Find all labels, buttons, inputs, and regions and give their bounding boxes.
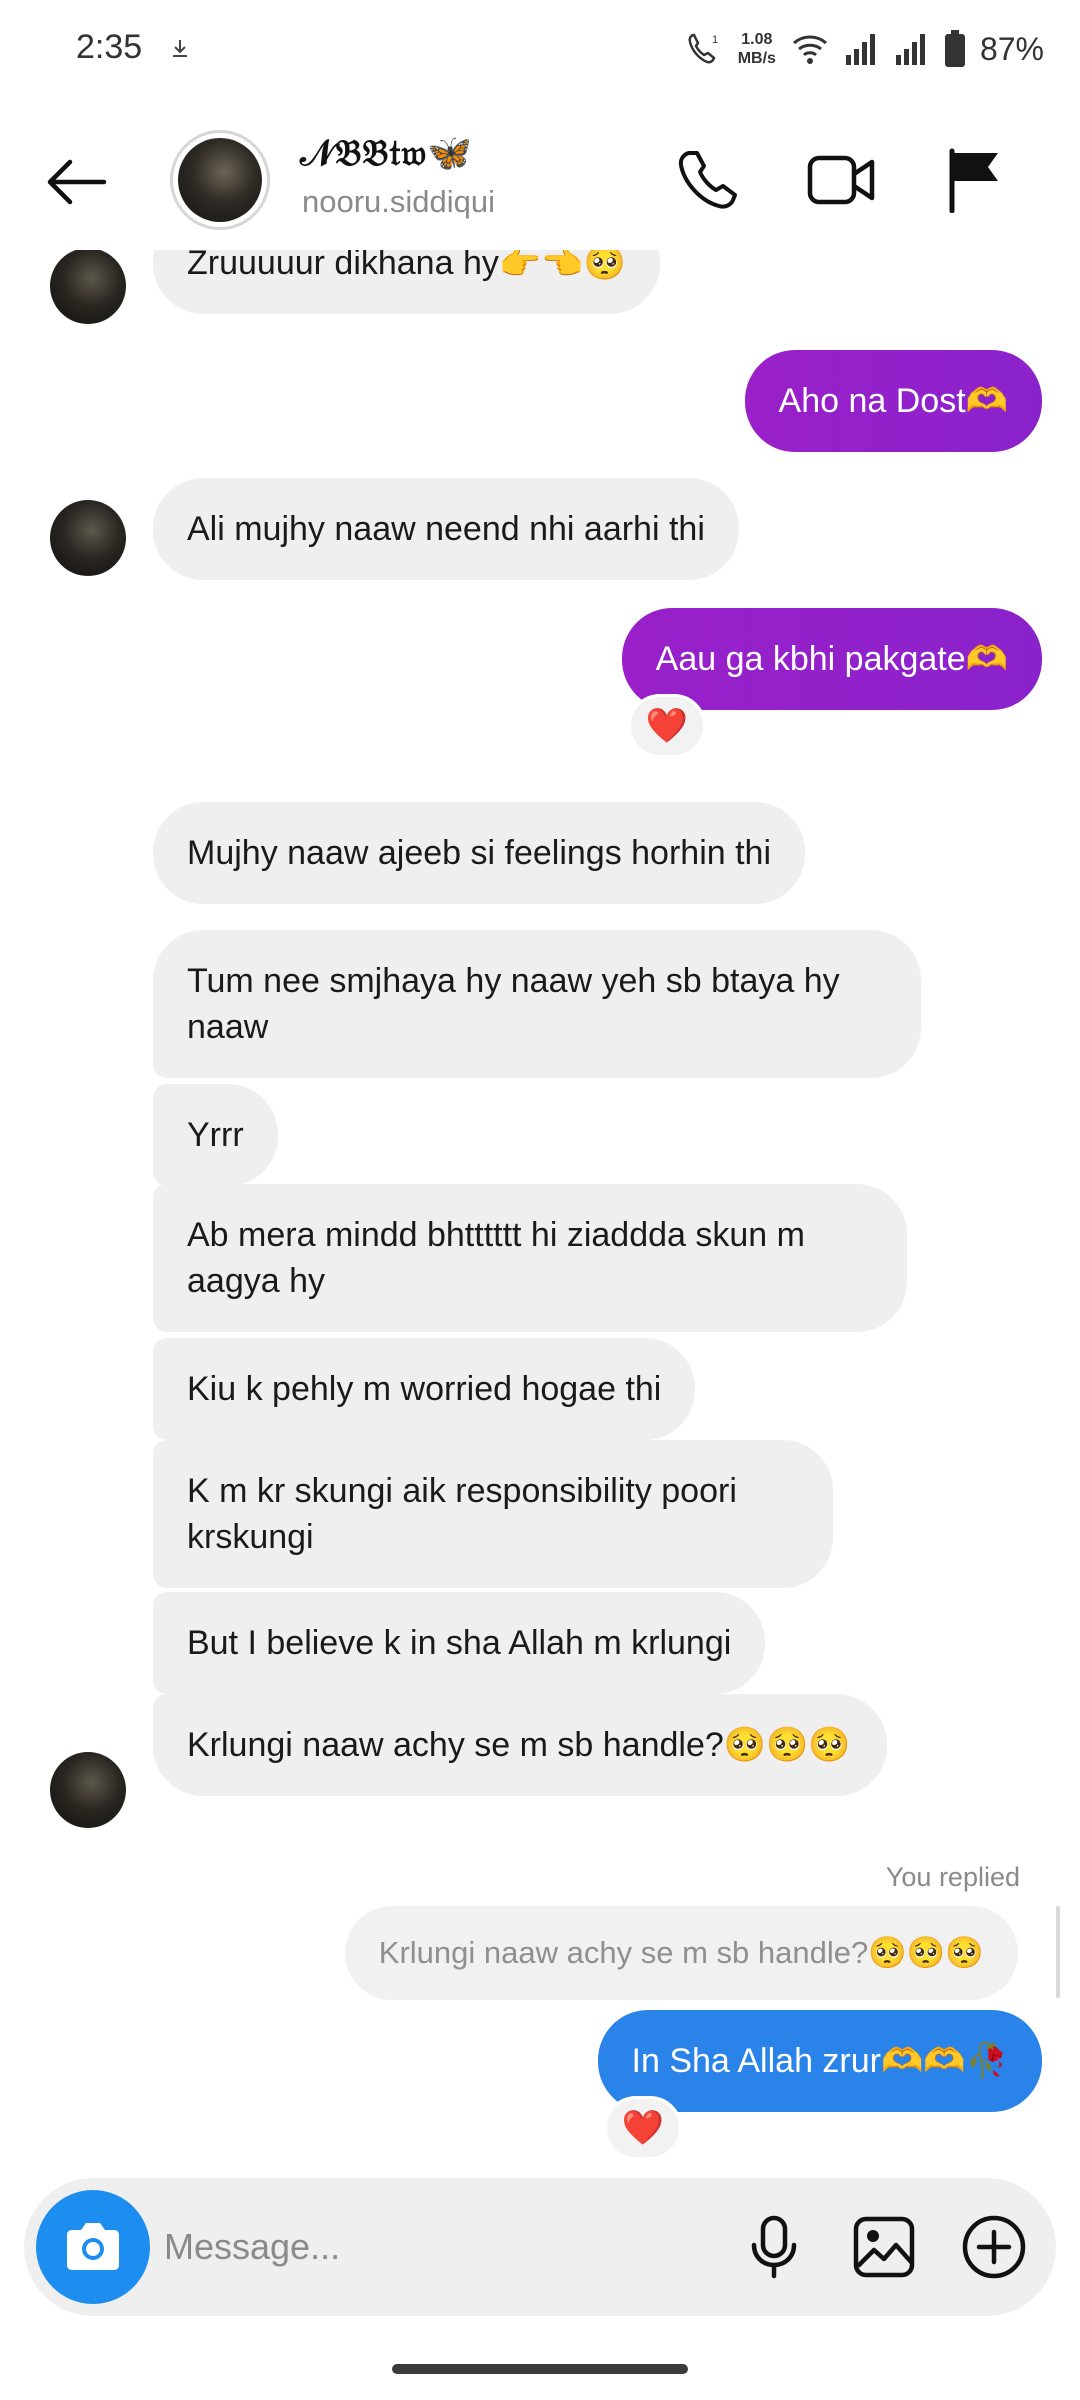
camera-button[interactable] (36, 2190, 150, 2304)
more-options-button[interactable] (954, 2207, 1034, 2287)
wifi-icon (792, 35, 827, 64)
incoming-message[interactable]: K m kr skungi aik responsibility poori k… (153, 1440, 833, 1588)
image-icon (853, 2216, 915, 2278)
outgoing-message[interactable]: Aau ga kbhi pakgate🫶 (621, 608, 1042, 710)
status-time: 2:35 (76, 28, 143, 66)
microphone-icon (751, 2215, 797, 2279)
phone-icon (678, 151, 737, 209)
back-button[interactable] (40, 146, 112, 218)
incoming-message[interactable]: Zruuuuur dikhana hy👉👈🥺 (153, 250, 660, 314)
heart-reaction[interactable]: ❤️ (604, 2096, 682, 2160)
chat-header: 𝒩𝔅𝔅𝔱𝔴🦋 nooru.siddiqui (0, 110, 1080, 250)
message-composer (24, 2178, 1056, 2316)
svg-text:1: 1 (712, 34, 718, 46)
incoming-message[interactable]: Tum nee smjhaya hy naaw yeh sb btaya hy … (153, 930, 921, 1078)
contact-username[interactable]: nooru.siddiqui (302, 184, 495, 220)
incoming-message[interactable]: Mujhy naaw ajeeb si feelings horhin thi (153, 802, 806, 904)
video-camera-icon (807, 155, 875, 205)
incoming-message[interactable]: Krlungi naaw achy se m sb handle?🥺🥺🥺 (153, 1694, 887, 1796)
report-button[interactable] (934, 140, 1014, 220)
heart-reaction[interactable]: ❤️ (628, 694, 706, 758)
quoted-message[interactable]: Krlungi naaw achy se m sb handle?🥺🥺🥺 (344, 1906, 1018, 2000)
incoming-message[interactable]: Kiu k pehly m worried hogae thi (153, 1338, 696, 1440)
you-replied-label: You replied (885, 1862, 1020, 1892)
message-input[interactable] (164, 2212, 684, 2282)
video-call-button[interactable] (802, 140, 882, 220)
network-speed-value: 1.08 (741, 31, 773, 48)
heart-icon: ❤️ (621, 2109, 665, 2147)
battery-icon (944, 30, 965, 67)
gallery-button[interactable] (844, 2207, 924, 2287)
plus-circle-icon (962, 2215, 1026, 2279)
profile-avatar[interactable] (170, 130, 270, 230)
signal-icon (845, 34, 875, 65)
wifi-calling-icon: 1 (688, 33, 718, 64)
incoming-message[interactable]: Ali mujhy naaw neend nhi aarhi thi (153, 478, 739, 580)
flag-icon (949, 148, 998, 213)
back-arrow-icon (47, 159, 107, 205)
audio-call-button[interactable] (668, 140, 748, 220)
signal-icon (895, 34, 925, 65)
contact-display-name[interactable]: 𝒩𝔅𝔅𝔱𝔴🦋 (300, 132, 473, 175)
network-speed-unit: MB/s (737, 50, 776, 67)
reply-indicator-bar (1056, 1906, 1060, 1998)
sender-avatar[interactable] (50, 1752, 126, 1828)
battery-percentage: 87% (979, 30, 1044, 67)
home-indicator[interactable] (392, 2364, 688, 2374)
message-thread[interactable]: Zruuuuur dikhana hy👉👈🥺 Aho na Dost🫶 Ali … (0, 250, 1080, 2170)
network-speed: 1.08 MB/s (738, 30, 776, 68)
sender-avatar[interactable] (50, 500, 126, 576)
camera-icon (67, 2223, 119, 2270)
incoming-message[interactable]: Ab mera mindd bhtttttt hi ziaddda skun m… (153, 1184, 907, 1332)
outgoing-message[interactable]: In Sha Allah zrur🫶🫶🥀 (597, 2010, 1042, 2112)
heart-icon: ❤️ (645, 707, 689, 745)
download-icon (173, 40, 187, 57)
outgoing-message[interactable]: Aho na Dost🫶 (744, 350, 1042, 452)
incoming-message[interactable]: Yrrr (153, 1084, 278, 1186)
status-bar: 2:35 1 1.08 MB/s 87% (0, 0, 1080, 100)
voice-message-button[interactable] (734, 2207, 814, 2287)
avatar-image (178, 138, 262, 222)
sender-avatar[interactable] (50, 250, 126, 324)
incoming-message[interactable]: But I believe k in sha Allah m krlungi (153, 1592, 766, 1694)
status-indicators: 1 1.08 MB/s 87% (684, 24, 1044, 74)
